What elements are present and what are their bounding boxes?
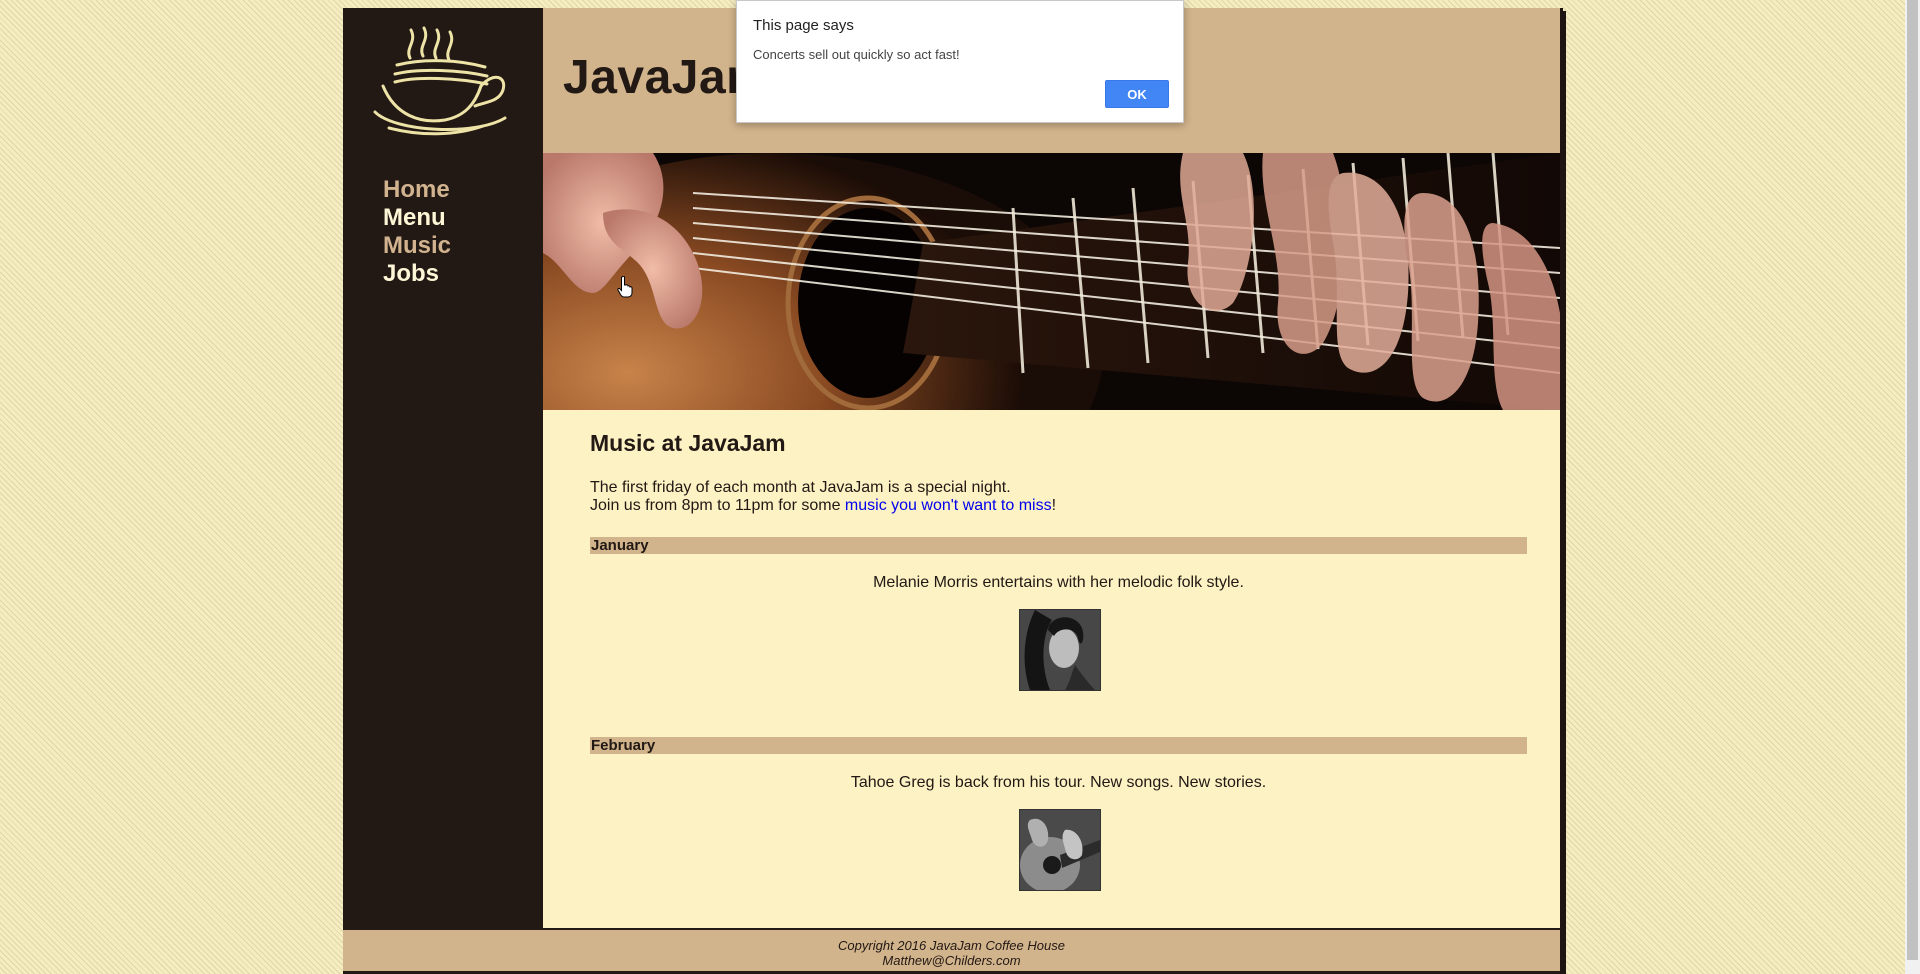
alert-dialog: This page says Concerts sell out quickly…: [736, 0, 1184, 123]
nav-jobs[interactable]: Jobs: [383, 260, 451, 288]
month-label: January: [591, 537, 649, 554]
month-label: February: [591, 737, 656, 754]
coffee-cup-logo-icon: [373, 26, 507, 136]
sidebar: Home Menu Music Jobs: [343, 8, 543, 928]
tahoe-greg-photo: [1019, 809, 1101, 891]
nav-home[interactable]: Home: [383, 176, 451, 204]
page-heading: Music at JavaJam: [590, 430, 786, 456]
vertical-scrollbar[interactable]: [1905, 0, 1920, 974]
music-link[interactable]: music you won't want to miss: [845, 497, 1052, 514]
nav-menu[interactable]: Menu: [383, 204, 451, 232]
footer-email: Matthew@Childers.com: [882, 953, 1021, 968]
dialog-message: Concerts sell out quickly so act fast!: [753, 47, 960, 62]
main-nav: Home Menu Music Jobs: [383, 176, 451, 288]
ok-button[interactable]: OK: [1105, 80, 1169, 108]
hero-guitar-image: [543, 153, 1560, 410]
intro-line2-prefix: Join us from 8pm to 11pm for some: [590, 497, 845, 514]
intro-text: The first friday of each month at JavaJa…: [590, 479, 1056, 515]
event-description: Tahoe Greg is back from his tour. New so…: [850, 774, 1267, 791]
melanie-morris-photo: [1019, 609, 1101, 691]
intro-line1: The first friday of each month at JavaJa…: [590, 479, 1011, 496]
copyright-text: Copyright 2016 JavaJam Coffee House: [838, 938, 1065, 953]
dialog-title: This page says: [753, 17, 854, 34]
page-wrapper: Home Menu Music Jobs JavaJam Coffee Hous…: [343, 8, 1563, 974]
main-content: Music at JavaJam The first friday of eac…: [543, 410, 1560, 928]
hand-pointer-icon: [617, 276, 633, 298]
guitar-photo: [543, 153, 1560, 410]
nav-music[interactable]: Music: [383, 232, 451, 260]
footer: Copyright 2016 JavaJam Coffee House Matt…: [343, 928, 1560, 974]
month-heading-february: February: [590, 737, 1527, 754]
month-heading-january: January: [590, 537, 1527, 554]
scrollbar-thumb[interactable]: [1907, 0, 1918, 960]
event-description: Melanie Morris entertains with her melod…: [873, 574, 1244, 591]
intro-line2-suffix: !: [1051, 497, 1057, 514]
